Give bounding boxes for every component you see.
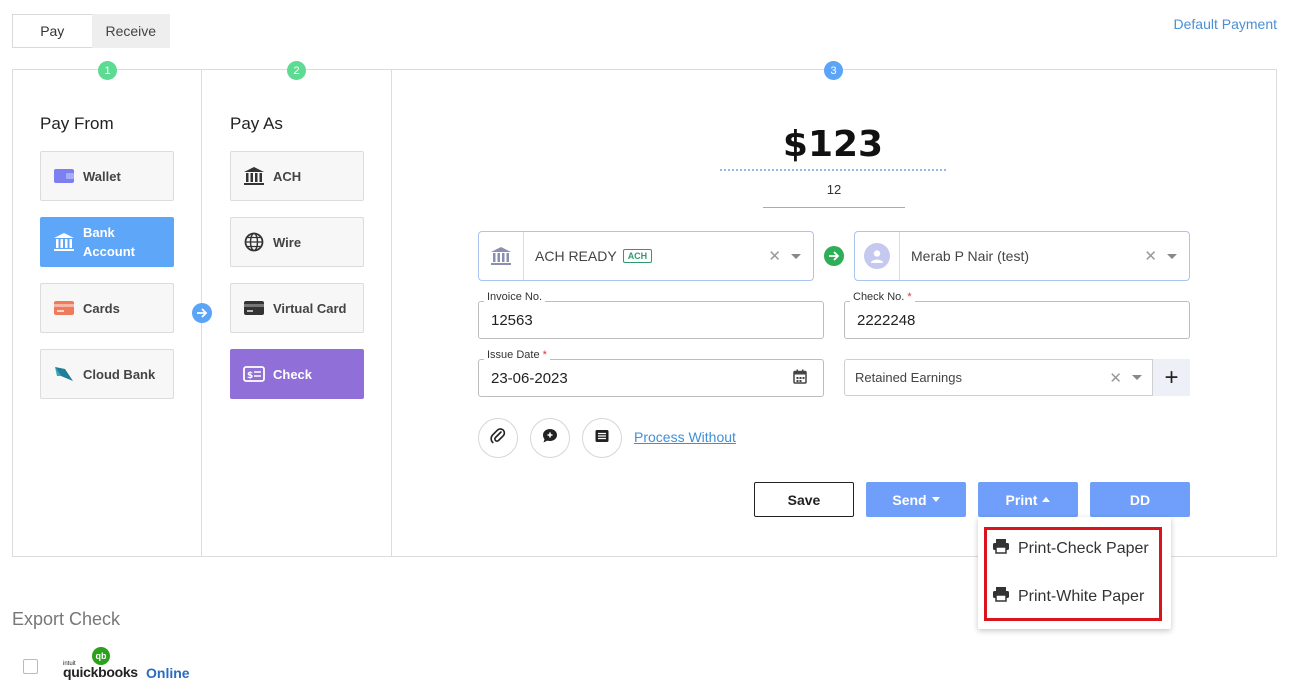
amount-display[interactable]: $123	[720, 124, 946, 165]
card-icon	[53, 297, 75, 319]
category-select[interactable]: Retained Earnings ✕	[844, 359, 1153, 396]
column-divider	[391, 69, 392, 557]
invoice-number-label: Invoice No.	[484, 291, 546, 303]
memo-underline	[763, 207, 905, 208]
chevron-down-icon[interactable]	[1167, 253, 1177, 259]
wallet-icon	[53, 165, 75, 187]
pay-receive-tabs: Pay Receive	[12, 14, 170, 48]
check-number-label: Check No. *	[850, 291, 915, 303]
bank-icon	[243, 165, 265, 187]
memo-field[interactable]: 12	[763, 182, 905, 197]
add-category-button[interactable]: +	[1153, 359, 1190, 396]
send-button-label: Send	[892, 491, 927, 508]
invoice-number-field[interactable]: 12563	[478, 301, 824, 339]
pay-from-title: Pay From	[40, 114, 114, 133]
svg-text:$: $	[247, 371, 253, 381]
option-label: Bank Account	[83, 223, 135, 261]
arrow-right-icon	[824, 246, 844, 266]
menu-item-print-white-paper[interactable]: Print-White Paper	[992, 586, 1144, 607]
pay-from-cards[interactable]: Cards	[40, 283, 174, 333]
issue-date-field[interactable]: 23-06-2023	[478, 359, 824, 397]
issue-date-value: 23-06-2023	[491, 369, 568, 387]
quickbooks-text: quickbooks	[63, 664, 138, 680]
menu-item-label: Print-White Paper	[1018, 587, 1145, 605]
option-label: Virtual Card	[273, 300, 347, 316]
ach-badge: ACH	[622, 249, 653, 263]
online-text: Online	[146, 665, 190, 681]
pay-from-cloud-bank[interactable]: Cloud Bank	[40, 349, 174, 399]
print-button[interactable]: Print	[978, 482, 1078, 517]
attach-button[interactable]	[478, 418, 518, 458]
pay-as-virtual-card[interactable]: Virtual Card	[230, 283, 364, 333]
step-1-badge: 1	[98, 61, 117, 80]
clear-icon[interactable]: ✕	[1144, 247, 1157, 265]
required-mark: *	[907, 291, 912, 303]
printer-icon	[992, 586, 1010, 607]
comment-add-icon	[541, 427, 559, 450]
pay-from-bank-account[interactable]: Bank Account	[40, 217, 174, 267]
payee-select[interactable]: Merab P Nair (test) ✕	[854, 231, 1190, 281]
check-number-field[interactable]: 2222248	[844, 301, 1190, 339]
cloud-bank-icon	[53, 363, 75, 385]
save-button[interactable]: Save	[754, 482, 854, 517]
pay-as-title: Pay As	[230, 114, 283, 133]
clear-icon[interactable]: ✕	[768, 247, 781, 265]
paperclip-icon	[490, 427, 506, 450]
pay-from-wallet[interactable]: Wallet	[40, 151, 174, 201]
globe-icon	[243, 231, 265, 253]
quickbooks-export-checkbox[interactable]	[23, 659, 38, 674]
issue-date-label: Issue Date *	[484, 349, 550, 361]
option-label: ACH	[273, 168, 302, 184]
caret-down-icon	[931, 497, 940, 502]
check-number-label-text: Check No.	[853, 291, 905, 303]
quickbooks-logo: qb intuit quickbooks Online	[63, 647, 203, 681]
menu-item-print-check-paper[interactable]: Print-Check Paper	[992, 538, 1149, 559]
from-account-name: ACH READY	[535, 248, 617, 264]
option-label: Check	[273, 366, 313, 382]
qb-badge: qb	[92, 647, 110, 665]
process-without-link[interactable]: Process Without	[634, 429, 736, 445]
avatar-container	[855, 232, 900, 280]
pay-as-check[interactable]: $ Check	[230, 349, 364, 399]
check-icon: $	[243, 363, 265, 385]
from-account-select[interactable]: ACH READY ACH ✕	[478, 231, 814, 281]
option-label: Wire	[273, 234, 302, 250]
arrow-right-icon	[192, 303, 212, 323]
payee-name: Merab P Nair (test)	[911, 248, 1029, 264]
list-icon	[594, 428, 610, 449]
bank-icon	[479, 232, 524, 280]
chevron-down-icon[interactable]	[1132, 375, 1142, 380]
dd-button[interactable]: DD	[1090, 482, 1190, 517]
tab-pay[interactable]: Pay	[12, 14, 92, 48]
calendar-icon[interactable]	[793, 369, 807, 388]
issue-date-label-text: Issue Date	[487, 349, 540, 361]
pay-as-wire[interactable]: Wire	[230, 217, 364, 267]
caret-up-icon	[1042, 497, 1051, 502]
option-label: Cards	[83, 300, 120, 316]
amount-underline	[720, 169, 946, 171]
print-button-label: Print	[1005, 491, 1038, 508]
required-mark: *	[542, 349, 547, 361]
menu-item-label: Print-Check Paper	[1018, 539, 1149, 557]
option-label-line2: Account	[83, 244, 135, 259]
step-2-badge: 2	[287, 61, 306, 80]
category-value: Retained Earnings	[855, 370, 962, 385]
export-check-title: Export Check	[12, 609, 121, 629]
option-label: Wallet	[83, 168, 121, 184]
option-label-line1: Bank	[83, 225, 115, 240]
virtual-card-icon	[243, 297, 265, 319]
option-label: Cloud Bank	[83, 366, 156, 382]
bank-icon	[53, 231, 75, 253]
clear-icon[interactable]: ✕	[1109, 369, 1122, 387]
chevron-down-icon[interactable]	[791, 253, 801, 259]
add-comment-button[interactable]	[530, 418, 570, 458]
avatar	[864, 243, 890, 269]
printer-icon	[992, 538, 1010, 559]
default-payment-link[interactable]: Default Payment	[1174, 16, 1278, 32]
details-button[interactable]	[582, 418, 622, 458]
tab-receive[interactable]: Receive	[91, 14, 170, 48]
pay-as-ach[interactable]: ACH	[230, 151, 364, 201]
step-3-badge: 3	[824, 61, 843, 80]
send-button[interactable]: Send	[866, 482, 966, 517]
